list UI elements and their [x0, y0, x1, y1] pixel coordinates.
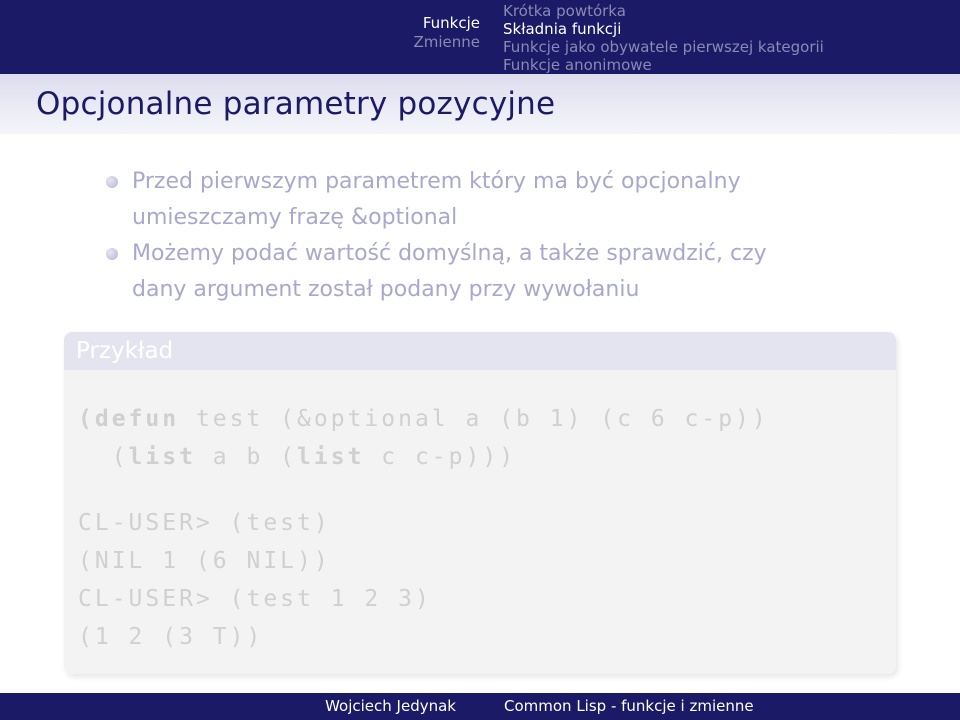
bullet-item: Możemy podać wartość domyślną, a także s… [102, 236, 862, 308]
repl-output-line: CL-USER> (test) [78, 510, 331, 536]
code-keyword: list [128, 444, 196, 470]
nav-subsection-funkcje-anonimowe[interactable]: Funkcje anonimowe [503, 56, 824, 74]
code-text: c c-p))) [364, 444, 517, 470]
frame-title: Opcjonalne parametry pozycyjne [36, 86, 556, 122]
example-block-body: (defun test (&optional a (b 1) (c 6 c-p)… [64, 370, 896, 674]
code-text: a b ( [195, 444, 298, 470]
code-spacer [78, 476, 896, 504]
code-line: (list a b (list c c-p))) [78, 438, 896, 476]
nav-section-zmienne[interactable]: Zmienne [413, 33, 480, 52]
repl-output-line: CL-USER> (test 1 2 3) [78, 586, 432, 612]
navigation-header: Funkcje Zmienne Krótka powtórka Składnia… [0, 0, 960, 74]
example-block-title: Przykład [64, 332, 896, 370]
code-keyword: list [297, 444, 365, 470]
code-text: test (&optional a (b 1) (c 6 c-p)) [179, 406, 769, 432]
nav-sections: Funkcje Zmienne [413, 14, 480, 52]
bullet-line: Możemy podać wartość domyślną, a także s… [132, 241, 767, 266]
footer-talk-title: Common Lisp - funkcje i zmienne [504, 697, 754, 715]
bullet-item: Przed pierwszym parametrem który ma być … [102, 164, 862, 236]
repl-output-line: (NIL 1 (6 NIL)) [78, 548, 331, 574]
code-keyword: (defun [78, 406, 180, 432]
nav-section-funkcje[interactable]: Funkcje [413, 14, 480, 33]
bullet-dot-icon [106, 248, 118, 260]
code-text: ( [78, 444, 129, 470]
nav-subsection-krotka-powtorka[interactable]: Krótka powtórka [503, 2, 824, 20]
example-block: Przykład (defun test (&optional a (b 1) … [64, 332, 896, 674]
nav-subsection-funkcje-obywatele[interactable]: Funkcje jako obywatele pierwszej kategor… [503, 38, 824, 56]
footer-bar: Wojciech Jedynak Common Lisp - funkcje i… [0, 693, 960, 720]
repl-output-line: (1 2 (3 T)) [78, 624, 264, 650]
nav-subsections: Krótka powtórka Składnia funkcji Funkcje… [503, 2, 824, 74]
bullet-line: umieszczamy frazę &optional [132, 205, 458, 230]
bullet-line: Przed pierwszym parametrem który ma być … [132, 169, 741, 194]
bullet-list: Przed pierwszym parametrem który ma być … [102, 164, 862, 308]
bullet-dot-icon [106, 176, 118, 188]
code-line: (defun test (&optional a (b 1) (c 6 c-p)… [78, 400, 896, 438]
bullet-line: dany argument został podany przy wywołan… [132, 277, 640, 302]
footer-author: Wojciech Jedynak [325, 697, 456, 715]
nav-subsection-skladnia-funkcji[interactable]: Składnia funkcji [503, 20, 824, 38]
